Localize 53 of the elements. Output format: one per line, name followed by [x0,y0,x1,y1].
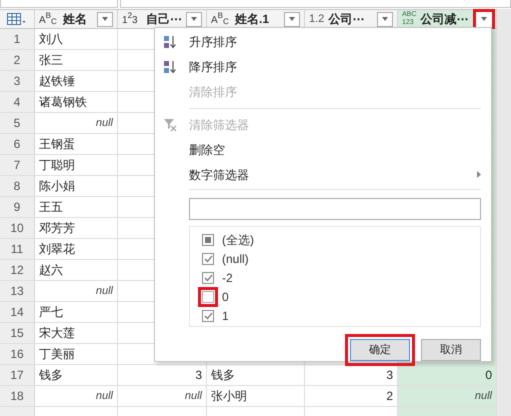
row-number: 8 [0,176,35,196]
value-label: (null) [222,250,249,268]
row-number: 6 [0,134,35,154]
filter-dropdown-button[interactable] [186,12,202,26]
search-field[interactable] [189,198,481,220]
row-number: 4 [0,92,35,112]
caret-icon [191,17,197,21]
value-label: 0 [222,289,229,306]
row-number: 3 [0,71,35,91]
checkbox[interactable] [202,234,214,246]
filter-dropdown-button[interactable] [476,12,492,26]
row-number: 7 [0,155,35,175]
row-number: 13 [0,281,35,301]
caret-icon [481,17,487,21]
menu-item[interactable]: 升序排序 [155,30,491,55]
sort-ascending-icon [163,35,177,50]
filter-dropdown-button[interactable] [377,12,393,26]
value-label: 1 [222,308,229,326]
row-number: 9 [0,197,35,217]
row-number: 10 [0,218,35,238]
row-number: 15 [0,323,35,343]
checkbox[interactable] [202,252,214,265]
row-number: 18 [0,386,35,406]
row-number: 1 [0,29,35,49]
menu-item[interactable]: 降序排序 [155,54,491,80]
row-number: 14 [0,302,35,322]
dialog-button[interactable]: 取消 [421,338,481,361]
caret-icon [102,17,108,21]
caret-icon [289,17,295,21]
caret-icon [382,17,388,21]
table-cell: 0 [398,365,497,385]
checkbox[interactable] [202,310,214,322]
submenu-arrow-icon [477,171,481,178]
checkbox[interactable] [202,272,214,284]
sort-descending-icon [163,60,177,74]
clear-filter-icon [163,118,177,132]
row-number: 12 [0,260,35,280]
value-label: (全选) [222,232,254,249]
table-icon[interactable] [7,13,27,25]
row-number: 2 [0,50,35,70]
row-number: 5 [0,113,35,133]
value-label: -2 [222,270,233,287]
menu-item[interactable]: 删除空 [155,138,491,162]
formula-bar-field[interactable] [120,0,511,8]
row-number: 17 [0,365,35,385]
filter-dropdown-button[interactable] [97,12,113,26]
menu-item[interactable]: 数字筛选器 [155,162,491,188]
filter-dropdown-button[interactable] [284,12,300,26]
name-box-field[interactable] [0,0,118,8]
decimal-type-icon: 1.2 [309,14,324,24]
table-cell: null [398,386,497,406]
row-number: 11 [0,239,35,259]
row-number: 16 [0,344,35,364]
